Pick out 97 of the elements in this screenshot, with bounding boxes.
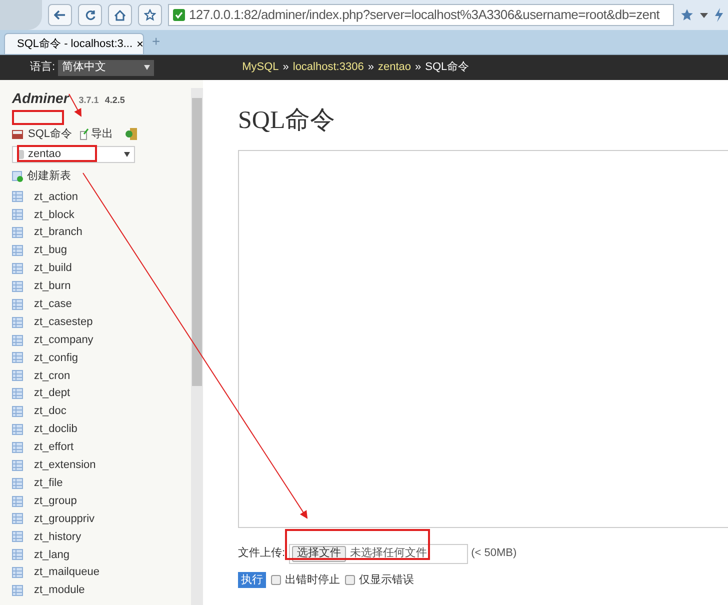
table-icon: [12, 352, 23, 364]
lightning-icon[interactable]: [714, 8, 724, 22]
table-icon: [12, 442, 23, 453]
dropdown-caret-icon[interactable]: [700, 12, 708, 18]
create-table-link[interactable]: 创建新表: [27, 168, 71, 184]
import-icon[interactable]: [125, 128, 138, 140]
file-input[interactable]: 选择文件 未选择任何文件: [289, 544, 468, 564]
adminer-logo[interactable]: Adminer: [12, 88, 69, 109]
back-arrow-icon: [54, 10, 66, 20]
export-link[interactable]: 导出: [91, 126, 114, 142]
sql-icon: [12, 130, 23, 138]
table-link[interactable]: zt_case: [34, 296, 72, 313]
home-button[interactable]: [108, 4, 132, 26]
table-icon: [12, 406, 23, 418]
browser-tab[interactable]: SQL命令 - localhost:3... ×: [4, 33, 144, 54]
table-icon: [12, 549, 23, 560]
table-icon: [12, 209, 23, 220]
address-bar[interactable]: 127.0.0.1:82/adminer/index.php?server=localhost%3A3306&username=root&db=zent: [168, 4, 674, 26]
table-icon: [12, 424, 23, 436]
bookmark-button[interactable]: [138, 4, 162, 26]
export-icon: [80, 128, 90, 140]
highlight-frame: [12, 110, 64, 125]
breadcrumb-separator: »: [282, 60, 289, 76]
table-link[interactable]: zt_doclib: [34, 421, 78, 438]
breadcrumb-link[interactable]: localhost:3306: [292, 59, 364, 76]
home-icon: [114, 10, 126, 20]
table-link[interactable]: zt_dept: [34, 385, 70, 402]
table-icon: [12, 263, 23, 274]
reload-icon: [84, 10, 96, 20]
table-link[interactable]: zt_build: [34, 260, 72, 277]
table-link[interactable]: zt_file: [34, 474, 63, 492]
execute-button[interactable]: 执行: [238, 572, 266, 588]
create-table-icon: [12, 170, 23, 182]
checkbox-label: 仅显示错误: [359, 572, 414, 588]
table-icon: [12, 334, 23, 346]
caret-icon: [124, 152, 130, 157]
table-link[interactable]: zt_config: [34, 350, 78, 366]
bookmark-star-icon[interactable]: [680, 8, 694, 22]
table-icon: [12, 227, 23, 238]
reload-button[interactable]: [78, 4, 102, 26]
table-link[interactable]: zt_bug: [34, 242, 68, 259]
table-link[interactable]: zt_casestep: [34, 314, 93, 330]
table-icon: [12, 191, 23, 202]
no-file-text: 未选择任何文件: [350, 546, 428, 562]
table-link[interactable]: zt_group: [34, 492, 77, 510]
table-link[interactable]: zt_company: [34, 332, 94, 348]
table-icon: [12, 298, 23, 310]
table-link[interactable]: zt_extension: [34, 457, 96, 474]
size-limit-text: (< 50MB): [471, 546, 517, 562]
tab-title: SQL命令 - localhost:3...: [17, 36, 133, 52]
file-upload-label: 文件上传:: [238, 546, 286, 562]
sql-command-link[interactable]: SQL命令: [28, 126, 72, 142]
table-link[interactable]: zt_module: [34, 582, 85, 599]
breadcrumb-separator: »: [368, 60, 374, 76]
table-link[interactable]: zt_grouppriv: [34, 510, 95, 528]
checkbox[interactable]: [271, 574, 281, 585]
new-version-link[interactable]: 4.2.5: [104, 94, 125, 108]
scrollbar-thumb[interactable]: [192, 98, 202, 386]
table-link[interactable]: zt_cron: [34, 368, 70, 384]
caret-icon: [144, 65, 150, 70]
table-icon: [12, 245, 23, 256]
table-icon: [12, 316, 23, 328]
url-text: 127.0.0.1:82/adminer/index.php?server=localhost%3A3306&username=root&db=zent: [189, 6, 660, 24]
table-icon: [12, 496, 23, 507]
back-button[interactable]: [48, 4, 72, 26]
table-link[interactable]: zt_burn: [34, 278, 71, 295]
table-link[interactable]: zt_block: [34, 206, 74, 224]
table-link[interactable]: zt_history: [34, 528, 82, 546]
page-title: SQL命令: [238, 106, 336, 136]
breadcrumb-separator: »: [414, 60, 422, 76]
table-link[interactable]: zt_action: [34, 188, 78, 206]
table-icon: [12, 370, 23, 382]
close-tab-button[interactable]: ×: [136, 35, 144, 53]
checkbox-label: 出错时停止: [285, 572, 340, 588]
secure-check-icon: [173, 9, 185, 21]
language-select[interactable]: 简体中文: [58, 60, 154, 76]
table-icon: [12, 460, 23, 471]
table-icon: [12, 388, 23, 400]
table-icon: [12, 567, 23, 578]
scrollbar[interactable]: [191, 88, 203, 605]
table-link[interactable]: zt_effort: [34, 439, 74, 456]
table-link[interactable]: zt_doc: [34, 403, 66, 420]
breadcrumb-link[interactable]: MySQL: [242, 59, 279, 76]
breadcrumb-link[interactable]: zentao: [378, 59, 411, 76]
language-label: 语言:: [30, 60, 56, 76]
table-icon: [12, 280, 23, 292]
table-link[interactable]: zt_lang: [34, 546, 70, 563]
table-link[interactable]: zt_branch: [34, 224, 82, 241]
checkbox[interactable]: [345, 574, 355, 585]
table-icon: [12, 531, 23, 542]
table-icon: [12, 585, 23, 596]
breadcrumb-current: SQL命令: [425, 60, 470, 76]
version-text: 3.7.1: [78, 94, 99, 107]
table-link[interactable]: zt_mailqueue: [34, 564, 100, 581]
table-icon: [12, 478, 23, 489]
star-icon: [144, 9, 156, 21]
table-icon: [12, 513, 23, 524]
